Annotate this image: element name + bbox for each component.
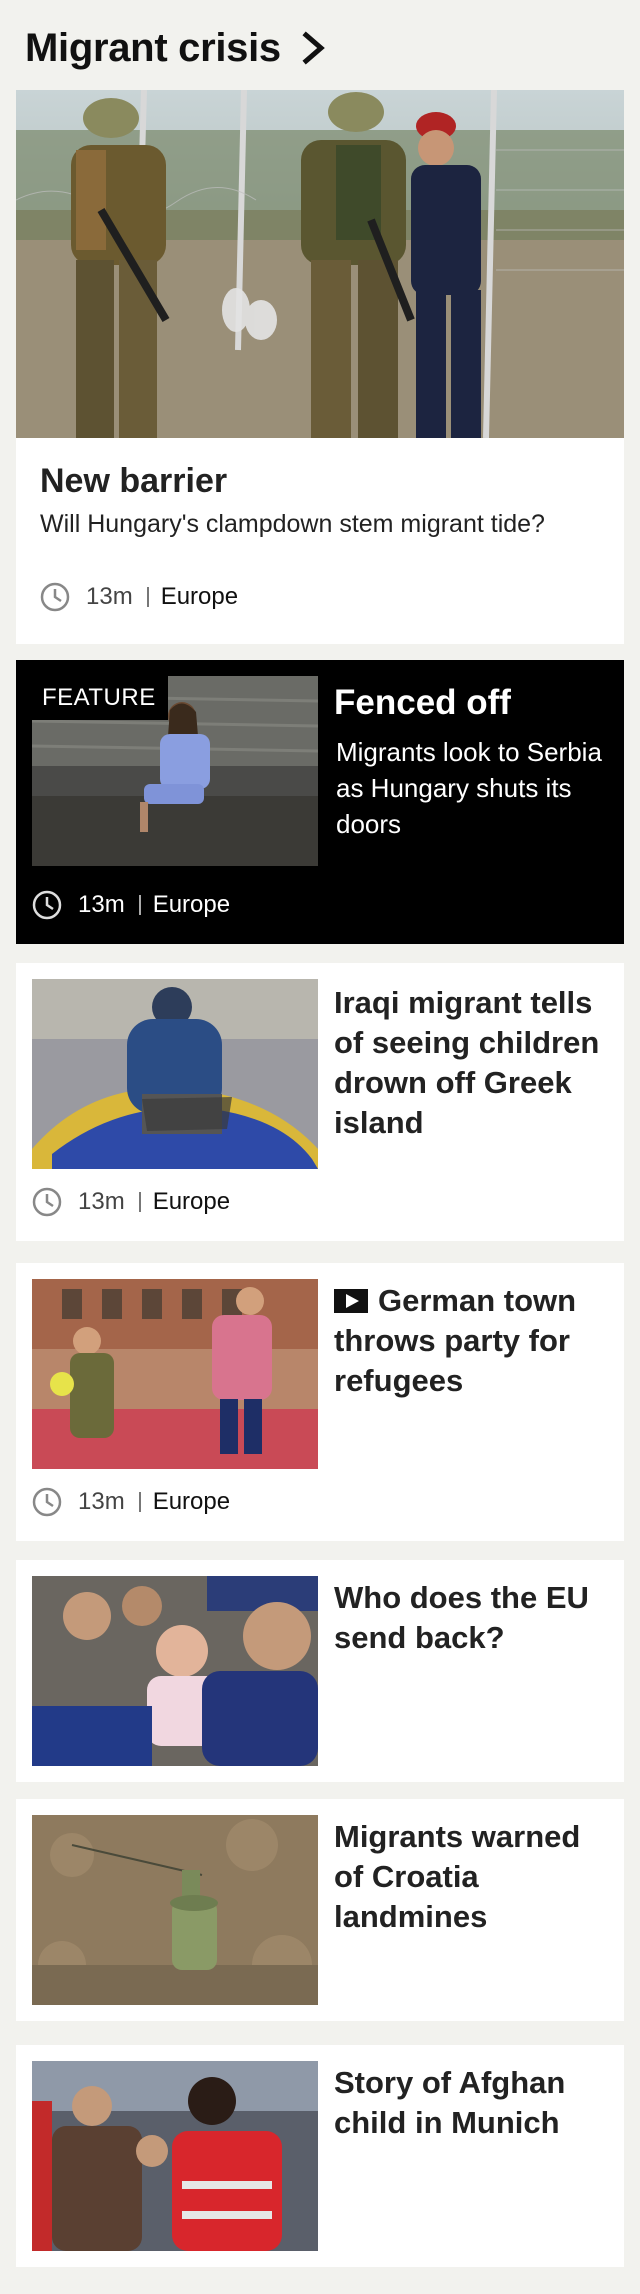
feature-image[interactable]: FEATURE	[32, 676, 318, 866]
section-header[interactable]: Migrant crisis	[25, 18, 327, 78]
story-meta: 13m Europe	[32, 1487, 230, 1517]
story-headline[interactable]: Iraqi migrant tells of seeing children d…	[334, 983, 606, 1143]
timestamp: 13m	[78, 1188, 125, 1215]
story-card[interactable]: Who does the EU send back?	[16, 1560, 624, 1782]
story-headline[interactable]: Story of Afghan child in Munich	[334, 2063, 606, 2143]
clock-icon	[32, 890, 62, 920]
timestamp: 13m	[86, 583, 133, 610]
feature-story-card[interactable]: FEATURE Fenced off Migrants look to Serb…	[16, 660, 624, 944]
story-card[interactable]: Story of Afghan child in Munich	[16, 2045, 624, 2267]
hero-summary: Will Hungary's clampdown stem migrant ti…	[40, 510, 545, 538]
story-card[interactable]: Migrants warned of Croatia landmines	[16, 1799, 624, 2021]
clock-icon	[32, 1187, 62, 1217]
section-link[interactable]: Europe	[153, 891, 230, 919]
section-link[interactable]: Europe	[153, 1488, 230, 1516]
clock-icon	[32, 1487, 62, 1517]
meta-divider	[138, 1492, 141, 1512]
feature-headline[interactable]: Fenced off	[334, 682, 606, 724]
story-headline[interactable]: German town throws party for refugees	[334, 1281, 606, 1401]
section-link[interactable]: Europe	[153, 1188, 230, 1216]
meta-divider	[138, 1192, 141, 1212]
story-image[interactable]	[32, 2061, 318, 2251]
meta-divider	[146, 587, 149, 607]
story-image[interactable]	[32, 1576, 318, 1766]
hero-headline[interactable]: New barrier	[40, 462, 227, 501]
story-image[interactable]	[32, 979, 318, 1169]
video-play-icon	[334, 1289, 368, 1313]
chevron-right-icon[interactable]	[301, 31, 327, 65]
hero-meta: 13m Europe	[40, 582, 238, 612]
story-card[interactable]: German town throws party for refugees 13…	[16, 1263, 624, 1541]
timestamp: 13m	[78, 1488, 125, 1515]
hero-image[interactable]	[16, 90, 624, 438]
feature-summary: Migrants look to Serbia as Hungary shuts…	[336, 737, 602, 839]
meta-divider	[138, 895, 141, 915]
story-image[interactable]	[32, 1279, 318, 1469]
timestamp: 13m	[78, 891, 125, 918]
story-headline-text: German town throws party for refugees	[334, 1283, 577, 1398]
section-link[interactable]: Europe	[161, 583, 238, 611]
story-meta: 13m Europe	[32, 1187, 230, 1217]
section-title[interactable]: Migrant crisis	[25, 26, 281, 71]
feature-badge: FEATURE	[32, 676, 168, 720]
clock-icon	[40, 582, 70, 612]
story-headline[interactable]: Migrants warned of Croatia landmines	[334, 1817, 606, 1937]
story-headline[interactable]: Who does the EU send back?	[334, 1578, 606, 1658]
feature-meta: 13m Europe	[32, 890, 230, 920]
story-card[interactable]: Iraqi migrant tells of seeing children d…	[16, 963, 624, 1241]
story-image[interactable]	[32, 1815, 318, 2005]
hero-story-card[interactable]: New barrier Will Hungary's clampdown ste…	[16, 90, 624, 644]
